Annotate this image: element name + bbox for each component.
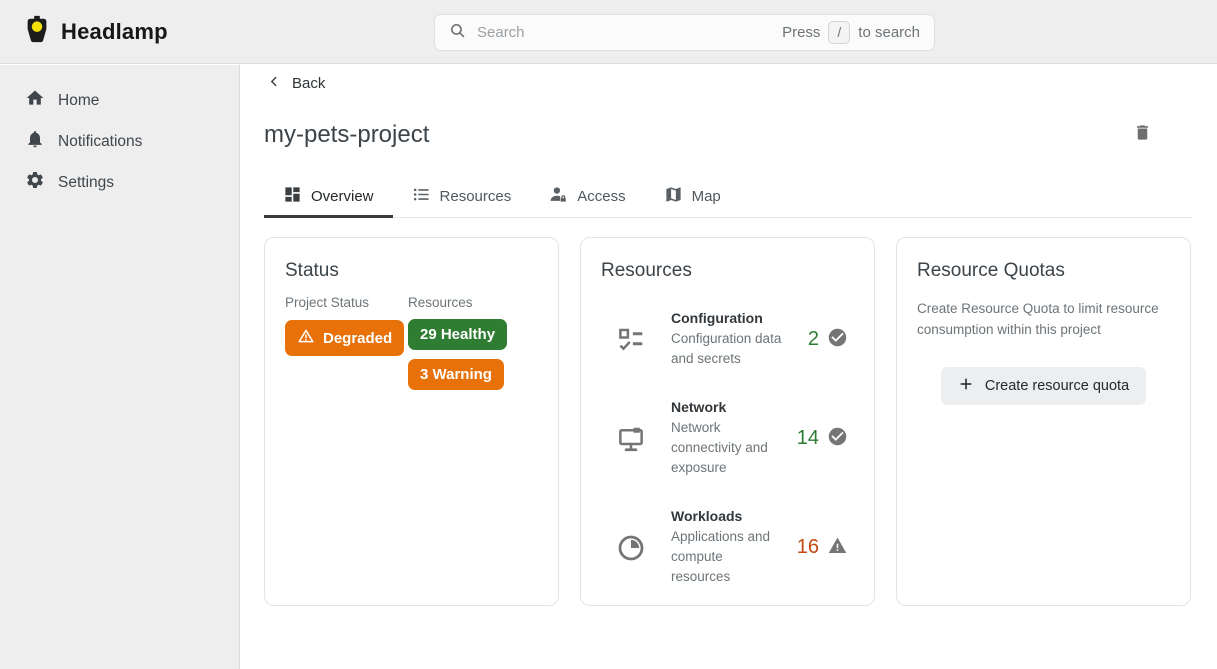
resources-status-label: Resources: [408, 295, 507, 310]
resource-row-network[interactable]: Network Network connectivity and exposur…: [601, 384, 854, 493]
check-circle-icon: [827, 327, 848, 353]
dashboard-icon: [283, 185, 302, 208]
search-shortcut-hint: Press / to search: [782, 21, 920, 44]
quotas-card-title: Resource Quotas: [917, 260, 1170, 282]
trash-icon: [1133, 123, 1152, 147]
tab-label: Overview: [311, 188, 374, 205]
pie-chart-icon: [616, 533, 646, 563]
project-tabs: Overview Resources Acces: [264, 176, 1192, 218]
bell-icon: [25, 129, 45, 154]
resource-quotas-card: Resource Quotas Create Resource Quota to…: [896, 237, 1191, 606]
list-icon: [412, 185, 431, 208]
tab-resources[interactable]: Resources: [393, 176, 531, 217]
warning-triangle-icon: [827, 535, 848, 561]
status-card: Status Project Status: [264, 237, 559, 606]
sidebar: Home Notifications Settings: [0, 65, 240, 669]
resource-count: 16: [797, 536, 819, 559]
chevron-left-icon: [268, 75, 281, 92]
search-input[interactable]: Search Press / to search: [434, 14, 935, 51]
headlamp-logo-icon: [22, 14, 52, 49]
sidebar-item-label: Home: [58, 92, 99, 110]
plus-icon: [958, 376, 974, 396]
sidebar-item-label: Notifications: [58, 133, 142, 151]
warning-badge: 3 Warning: [408, 359, 504, 390]
sidebar-item-settings[interactable]: Settings: [0, 162, 239, 203]
page-title: my-pets-project: [264, 120, 1192, 150]
tab-access[interactable]: Access: [530, 176, 644, 217]
tab-label: Resources: [440, 188, 512, 205]
resource-description: Network connectivity and exposure: [671, 418, 783, 478]
brand-name: Headlamp: [61, 19, 168, 45]
resource-row-configuration[interactable]: Configuration Configuration data and sec…: [601, 295, 854, 384]
back-button[interactable]: Back: [268, 75, 325, 92]
badge-text: 3 Warning: [420, 366, 492, 383]
headlamp-app: Headlamp Search Press / to search: [0, 0, 1217, 669]
press-label: Press: [782, 24, 820, 41]
resource-row-workloads[interactable]: Workloads Applications and compute resou…: [601, 493, 854, 602]
checklist-icon: [616, 325, 646, 355]
map-icon: [664, 185, 683, 208]
tab-map[interactable]: Map: [645, 176, 740, 217]
sidebar-item-label: Settings: [58, 174, 114, 192]
badge-text: Degraded: [323, 330, 392, 347]
sidebar-item-notifications[interactable]: Notifications: [0, 121, 239, 162]
button-label: Create resource quota: [985, 378, 1129, 394]
tab-overview[interactable]: Overview: [264, 176, 393, 217]
resources-card: Resources Configuration Configuration da…: [580, 237, 875, 606]
sidebar-item-home[interactable]: Home: [0, 80, 239, 121]
check-circle-icon: [827, 426, 848, 452]
title-row: my-pets-project: [264, 120, 1192, 152]
healthy-badge: 29 Healthy: [408, 319, 507, 350]
resource-count: 2: [808, 328, 819, 351]
resource-name: Workloads: [671, 508, 783, 524]
home-icon: [25, 88, 45, 113]
to-search-label: to search: [858, 24, 920, 41]
search-icon: [449, 22, 466, 44]
app-header: Headlamp Search Press / to search: [0, 0, 1217, 64]
quotas-description: Create Resource Quota to limit resource …: [917, 298, 1170, 340]
search-placeholder: Search: [477, 24, 782, 41]
slash-keycap: /: [828, 21, 850, 44]
tab-label: Access: [577, 188, 625, 205]
resource-count: 14: [797, 427, 819, 450]
overview-cards: Status Project Status: [264, 237, 1191, 606]
user-lock-icon: [549, 185, 568, 208]
gear-icon: [25, 170, 45, 195]
brand[interactable]: Headlamp: [0, 14, 168, 49]
project-status-label: Project Status: [285, 295, 408, 310]
network-icon: [616, 424, 646, 454]
resource-name: Network: [671, 399, 783, 415]
project-status-badge: Degraded: [285, 320, 404, 356]
create-resource-quota-button[interactable]: Create resource quota: [941, 367, 1146, 405]
resources-card-title: Resources: [601, 260, 854, 282]
status-card-title: Status: [285, 260, 538, 282]
resource-description: Applications and compute resources: [671, 527, 783, 587]
badge-text: 29 Healthy: [420, 326, 495, 343]
resource-description: Configuration data and secrets: [671, 329, 783, 369]
resource-name: Configuration: [671, 310, 783, 326]
main-content: Back my-pets-project Overview: [240, 65, 1217, 669]
tab-label: Map: [692, 188, 721, 205]
warning-triangle-icon: [297, 327, 315, 349]
back-label: Back: [292, 75, 325, 92]
delete-project-button[interactable]: [1128, 121, 1156, 149]
